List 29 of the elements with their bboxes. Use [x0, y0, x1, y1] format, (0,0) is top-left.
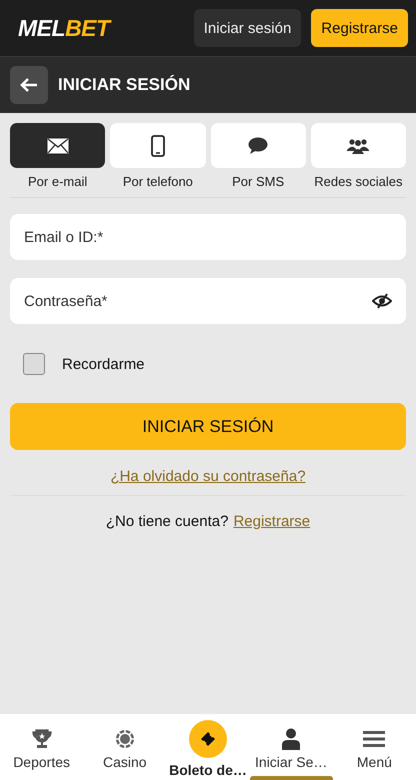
nav-item[interactable]: Casino [83, 714, 166, 780]
nav-item[interactable]: Iniciar Se… [250, 714, 333, 780]
phone-icon [150, 134, 165, 156]
login-button[interactable]: Iniciar sesión [194, 9, 302, 47]
chat-bubble-icon [248, 136, 268, 154]
casino-chip-icon [114, 729, 135, 749]
remember-label: Recordarme [62, 356, 145, 372]
melbet-logo[interactable]: MELBET [18, 14, 110, 42]
ticket-icon [198, 730, 217, 748]
no-account-text: ¿No tiene cuenta? [106, 513, 228, 530]
person-icon [281, 728, 302, 750]
trophy-icon [32, 729, 52, 749]
people-icon [347, 138, 370, 154]
back-button[interactable] [10, 66, 48, 104]
nav-item[interactable]: Deportes [0, 714, 84, 780]
register-link[interactable]: Registrarse [233, 513, 310, 530]
back-arrow-icon [20, 78, 38, 92]
envelope-icon [46, 138, 69, 154]
nav-item[interactable]: Boleto de… [166, 714, 250, 780]
register-button[interactable]: Registrarse [311, 9, 408, 47]
login-submit-button[interactable]: INICIAR SESIÓN [10, 403, 406, 450]
remember-checkbox[interactable] [23, 353, 45, 375]
forgot-password-link[interactable]: ¿Ha olvidado su contraseña? [110, 468, 306, 485]
menu-icon [363, 730, 386, 748]
email-field[interactable]: Email o ID:* [10, 214, 406, 260]
nav-item[interactable]: Menú [332, 714, 416, 780]
page-title: INICIAR SESIÓN [58, 75, 190, 95]
password-field[interactable]: Contraseña* [10, 278, 406, 324]
hidden-eye-icon[interactable] [372, 293, 392, 309]
